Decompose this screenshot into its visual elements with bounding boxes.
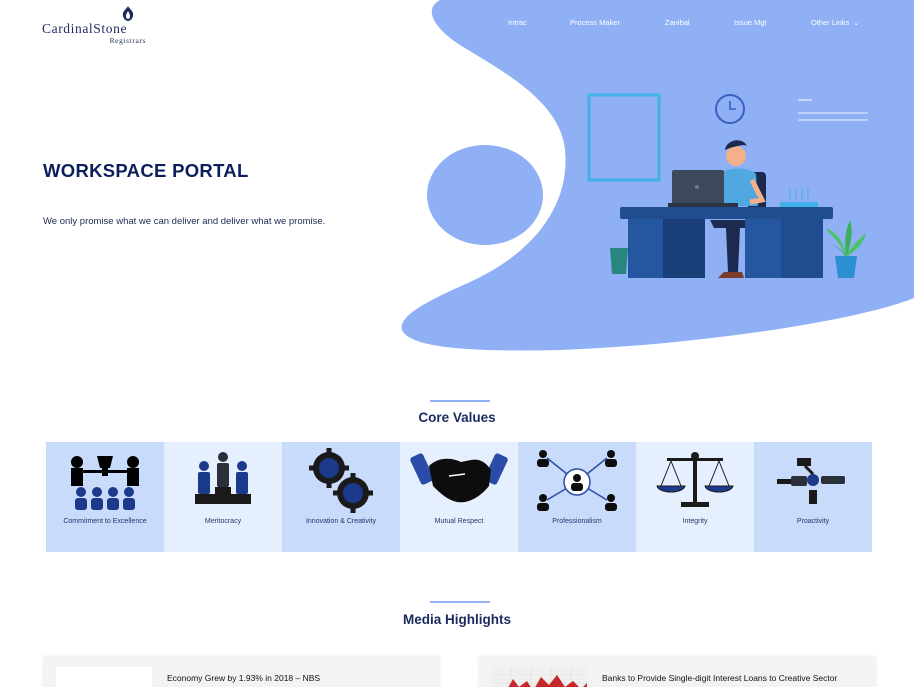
core-value-proactivity: Proactivity [754, 442, 872, 552]
scales-icon [656, 452, 734, 507]
core-value-commitment: Commitment to Excellence [46, 442, 164, 552]
core-value-meritocracy: Meritocracy [164, 442, 282, 552]
core-value-label: Proactivity [796, 518, 830, 525]
nav-dropdown-label: Other Links [811, 18, 850, 27]
section-divider [430, 400, 490, 402]
core-value-innovation: Innovation & Creativity [282, 442, 400, 552]
core-value-professionalism: Professionalism [518, 442, 636, 552]
news-card[interactable]: Banks to Provide Single-digit Interest L… [480, 657, 875, 687]
media-highlights-heading: Media Highlights [403, 612, 511, 627]
chevron-down-icon: ⌄ [853, 20, 860, 27]
core-value-label: Mutual Respect [434, 518, 484, 525]
office-worker-illustration [587, 93, 868, 278]
news-card[interactable]: Economy Grew by 1.93% in 2018 – NBS [44, 657, 439, 687]
nav-link-issue-mgt[interactable]: Issue Mgt [734, 18, 767, 27]
article-thumbnail [491, 667, 587, 687]
award-team-icon [71, 456, 139, 510]
core-values-row: Commitment to Excellence Meritocracy Inn… [46, 442, 873, 552]
core-value-integrity: Integrity [636, 442, 754, 552]
page-title: WORKSPACE PORTAL [43, 160, 249, 181]
article-title[interactable]: Economy Grew by 1.93% in 2018 – NBS [167, 673, 320, 683]
nav-link-zanibal[interactable]: Zanibal [665, 18, 690, 27]
core-values-heading: Core Values [418, 410, 496, 425]
hero-tagline: We only promise what we can deliver and … [43, 216, 326, 227]
core-value-mutual-respect: Mutual Respect [400, 442, 518, 552]
core-value-label: Professionalism [552, 518, 602, 525]
gears-icon [309, 448, 373, 513]
network-people-icon [537, 450, 617, 511]
handshake-icon [410, 453, 508, 503]
logo-subtitle: Registrars [109, 36, 146, 45]
proactivity-icon [777, 458, 845, 504]
nav-link-intrac[interactable]: Intrac [508, 18, 527, 27]
section-divider [430, 601, 490, 603]
article-title[interactable]: Banks to Provide Single-digit Interest L… [602, 673, 837, 683]
core-value-label: Meritocracy [204, 518, 242, 525]
core-value-label: Innovation & Creativity [305, 518, 377, 525]
top-navigation: Intrac Process Maker Zanibal Issue Mgt O… [0, 18, 914, 32]
nav-link-process-maker[interactable]: Process Maker [570, 18, 620, 27]
article-thumbnail [56, 667, 152, 687]
nav-dropdown-other-links[interactable]: Other Links ⌄ [811, 18, 859, 27]
podium-icon [195, 452, 251, 504]
core-value-label: Integrity [682, 518, 708, 525]
core-value-label: Commitment to Excellence [63, 518, 147, 525]
